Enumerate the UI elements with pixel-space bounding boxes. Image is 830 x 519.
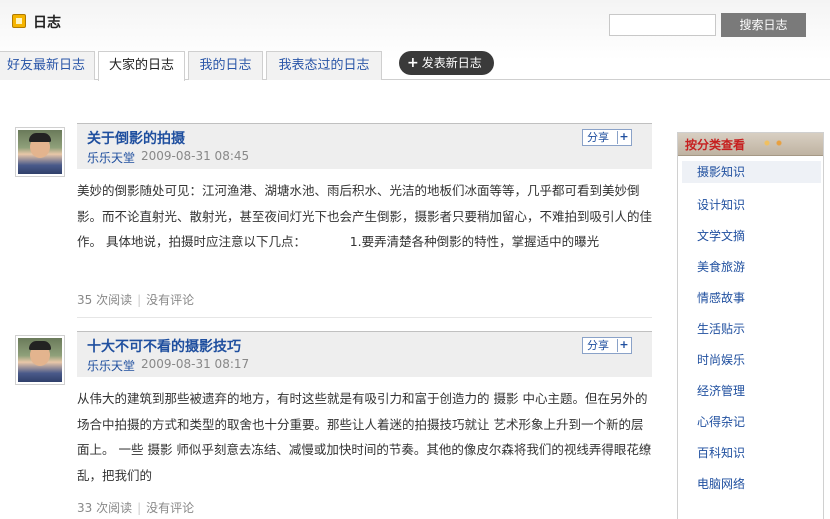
post-title[interactable]: 关于倒影的拍摄 <box>87 128 185 148</box>
category-item[interactable]: 电脑网络 <box>697 475 745 492</box>
plus-icon: + <box>617 339 630 352</box>
category-title: 按分类查看 <box>685 138 746 152</box>
post-excerpt: 美妙的倒影随处可见：江河渔港、湖塘水池、雨后积水、光洁的地板们冰面等等，几乎都可… <box>77 183 653 249</box>
share-button[interactable]: 分享 + <box>582 337 632 354</box>
avatar[interactable] <box>15 335 65 385</box>
category-item[interactable]: 文学文摘 <box>697 227 745 244</box>
meta-separator: | <box>137 501 142 515</box>
comment-count[interactable]: 没有评论 <box>146 501 194 515</box>
page-title: 日志 <box>33 15 61 31</box>
journal-icon <box>12 14 26 28</box>
category-item[interactable]: 百科知识 <box>697 444 745 461</box>
post-meta: 33 次阅读 | 没有评论 <box>77 499 194 516</box>
search-button[interactable]: 搜索日志 <box>721 13 806 37</box>
share-label: 分享 <box>587 339 609 352</box>
post-date: 2009-08-31 08:45 <box>141 149 250 163</box>
category-item[interactable]: 美食旅游 <box>697 258 745 275</box>
category-panel: 按分类查看 摄影知识 设计知识 文学文摘 美食旅游 情感故事 生活贴示 时尚娱乐… <box>677 132 824 519</box>
new-post-label: 发表新日志 <box>421 56 482 70</box>
post-divider <box>77 317 652 318</box>
decoration-icon <box>758 137 788 149</box>
share-label: 分享 <box>587 131 609 144</box>
plus-icon: + <box>407 55 419 71</box>
comment-count[interactable]: 没有评论 <box>146 293 194 307</box>
share-button[interactable]: 分享 + <box>582 129 632 146</box>
tab-everyone[interactable]: 大家的日志 <box>98 51 185 81</box>
post-author[interactable]: 乐乐天堂 <box>87 357 135 374</box>
post-title[interactable]: 十大不可不看的摄影技巧 <box>87 336 241 356</box>
tab-reacted[interactable]: 我表态过的日志 <box>266 51 382 80</box>
category-item[interactable]: 摄影知识 <box>682 161 821 183</box>
category-item[interactable]: 心得杂记 <box>697 413 745 430</box>
meta-separator: | <box>137 293 142 307</box>
tab-my-journal[interactable]: 我的日志 <box>188 51 263 80</box>
tab-friends-latest[interactable]: 好友最新日志 <box>0 51 95 80</box>
plus-icon: + <box>617 131 630 144</box>
category-item[interactable]: 经济管理 <box>697 382 745 399</box>
avatar[interactable] <box>15 127 65 177</box>
search-input[interactable] <box>609 14 716 36</box>
post-date: 2009-08-31 08:17 <box>141 357 250 371</box>
avatar-image <box>18 338 62 382</box>
category-item[interactable]: 生活贴示 <box>697 320 745 337</box>
read-count: 33 次阅读 <box>77 501 133 515</box>
category-item[interactable]: 情感故事 <box>697 289 745 306</box>
category-item[interactable]: 设计知识 <box>697 196 745 213</box>
post-author[interactable]: 乐乐天堂 <box>87 149 135 166</box>
avatar-image <box>18 130 62 174</box>
post-header: 关于倒影的拍摄 乐乐天堂 2009-08-31 08:45 分享 + <box>77 123 652 169</box>
category-header: 按分类查看 <box>678 133 823 156</box>
new-post-button[interactable]: + 发表新日志 <box>399 51 494 75</box>
category-item[interactable]: 时尚娱乐 <box>697 351 745 368</box>
post-header: 十大不可不看的摄影技巧 乐乐天堂 2009-08-31 08:17 分享 + <box>77 331 652 377</box>
post-meta: 35 次阅读 | 没有评论 <box>77 291 194 308</box>
post-excerpt: 从伟大的建筑到那些被遗弃的地方，有时这些就是有吸引力和富于创造力的 摄影 中心主… <box>77 391 652 483</box>
read-count: 35 次阅读 <box>77 293 133 307</box>
